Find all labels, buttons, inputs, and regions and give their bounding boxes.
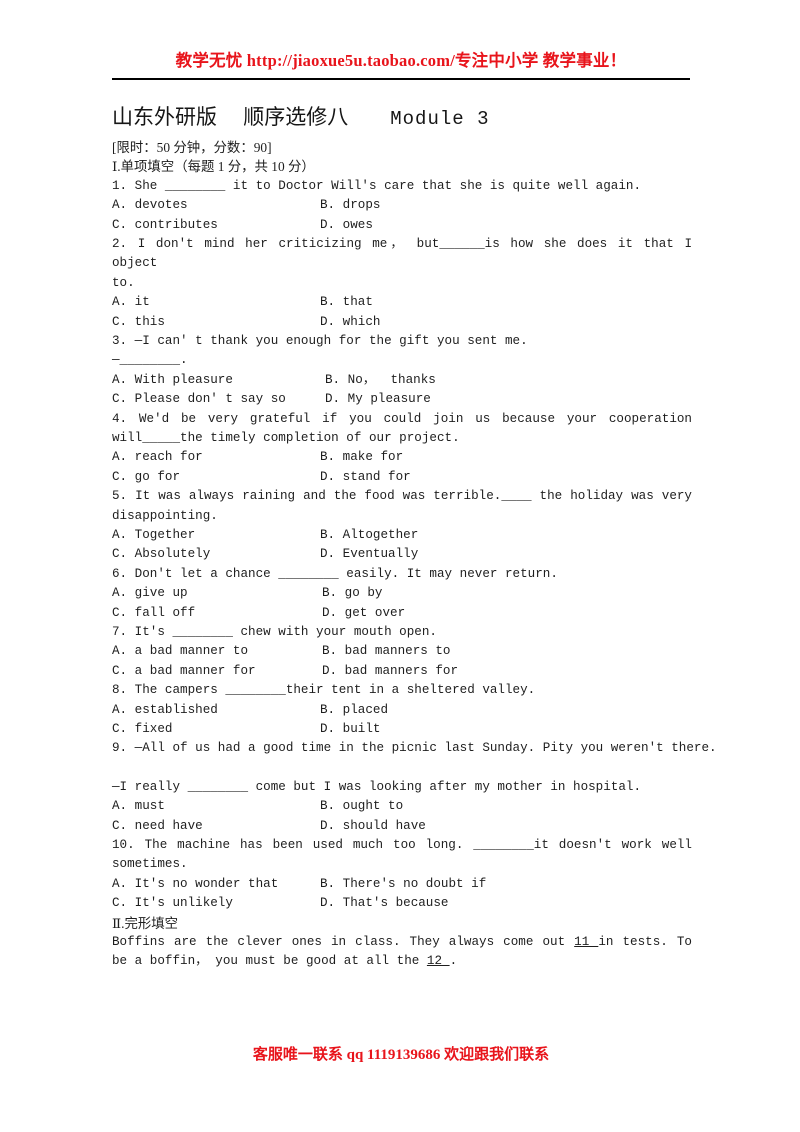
- question-3-stem-line-1: 3. —I can' t thank you enough for the gi…: [112, 334, 528, 348]
- question-8-stem: 8. The campers ________their tent in a s…: [112, 683, 536, 698]
- option-d[interactable]: D. Eventually: [320, 545, 418, 564]
- page-title-module: Module 3: [390, 108, 490, 130]
- document-body: [限时：50 分钟，分数：90] Ⅰ.单项填空（每题 1 分，共 10 分） 1…: [112, 138, 717, 972]
- question-2-options-row-2: C. this D. which: [112, 313, 692, 332]
- option-b[interactable]: B. go by: [322, 584, 382, 603]
- question-5-stem-line-2: disappointing.: [112, 508, 218, 523]
- question-4-options-row-2: C. go for D. stand for: [112, 468, 692, 487]
- question-6-options-row-2: C. fall off D. get over: [112, 604, 692, 623]
- question-9-stem-line-1: 9. —All of us had a good time in the pic…: [112, 741, 717, 756]
- question-4-stem-line-2: will_____the timely completion of our pr…: [112, 431, 460, 445]
- option-c[interactable]: C. contributes: [112, 216, 218, 235]
- cloze-text-d: .: [449, 954, 458, 969]
- option-d[interactable]: D. which: [320, 313, 380, 332]
- question-1-options-row-1: A. devotes B. drops: [112, 196, 692, 215]
- option-a[interactable]: A. give up: [112, 584, 188, 603]
- option-d[interactable]: D. That's because: [320, 894, 448, 913]
- question-6-stem: 6. Don't let a chance ________ easily. I…: [112, 566, 558, 581]
- question-6-options-row-1: A. give up B. go by: [112, 584, 692, 603]
- option-a[interactable]: A. reach for: [112, 448, 203, 467]
- option-a[interactable]: A. established: [112, 701, 218, 720]
- option-d[interactable]: D. owes: [320, 216, 373, 235]
- cloze-blank-11[interactable]: 11: [574, 935, 598, 949]
- option-c[interactable]: C. It's unlikely: [112, 894, 233, 913]
- page-title-prefix: 山东外研版 顺序选修八: [112, 105, 391, 129]
- question-5-stem-line-1: 5. It was always raining and the food wa…: [112, 489, 692, 504]
- top-banner: 教学无忧 http://jiaoxue5u.taobao.com/专注中小学 教…: [112, 50, 690, 72]
- section-one-heading: Ⅰ.单项填空（每题 1 分，共 10 分）: [112, 159, 315, 175]
- question-4-stem-line-1: 4. We'd be very grateful if you could jo…: [112, 411, 692, 426]
- option-c[interactable]: C. fixed: [112, 720, 172, 739]
- question-1-options-row-2: C. contributes D. owes: [112, 216, 692, 235]
- option-b[interactable]: B. Altogether: [320, 526, 418, 545]
- option-d[interactable]: D. My pleasure: [325, 390, 431, 409]
- question-1-stem: 1. She ________ it to Doctor Will's care…: [112, 178, 642, 193]
- option-a[interactable]: A. With pleasure: [112, 371, 233, 390]
- option-a[interactable]: A. a bad manner to: [112, 642, 248, 661]
- question-10-stem-line-1: 10. The machine has been used much too l…: [112, 837, 692, 852]
- question-4-options-row-1: A. reach for B. make for: [112, 448, 692, 467]
- option-c[interactable]: C. go for: [112, 468, 180, 487]
- question-8-options-row-2: C. fixed D. built: [112, 720, 692, 739]
- question-5-options-row-2: C. Absolutely D. Eventually: [112, 545, 692, 564]
- question-7-stem: 7. It's ________ chew with your mouth op…: [112, 624, 437, 639]
- option-b[interactable]: B. placed: [320, 701, 388, 720]
- option-a[interactable]: A. must: [112, 797, 165, 816]
- option-d[interactable]: D. built: [320, 720, 380, 739]
- cloze-text-a: Boffins are the clever ones in class. Th…: [112, 934, 575, 949]
- question-2-stem-line-2: to.: [112, 275, 135, 290]
- option-b[interactable]: B. There's no doubt if: [320, 875, 486, 894]
- option-d[interactable]: D. bad manners for: [322, 662, 458, 681]
- cloze-passage-line-1: Boffins are the clever ones in class. Th…: [112, 933, 692, 952]
- option-c[interactable]: C. this: [112, 313, 165, 332]
- exam-limit-note: [限时：50 分钟，分数：90]: [112, 140, 272, 155]
- option-b[interactable]: B. that: [320, 293, 373, 312]
- document-page: 教学无忧 http://jiaoxue5u.taobao.com/专注中小学 教…: [0, 0, 800, 1132]
- option-c[interactable]: C. Absolutely: [112, 545, 210, 564]
- page-title: 山东外研版 顺序选修八 Module 3: [112, 102, 692, 134]
- question-9-options-row-2: C. need have D. should have: [112, 817, 692, 836]
- question-5-options-row-1: A. Together B. Altogether: [112, 526, 692, 545]
- question-2-stem-line-1: 2. I don't mind her criticizing me， but_…: [112, 237, 692, 271]
- option-b[interactable]: B. drops: [320, 196, 380, 215]
- cloze-text-c: be a boffin， you must be good at all the: [112, 954, 427, 969]
- option-c[interactable]: C. need have: [112, 817, 203, 836]
- option-d[interactable]: D. stand for: [320, 468, 411, 487]
- question-3-options-row-2: C. Please don' t say so D. My pleasure: [112, 390, 692, 409]
- option-c[interactable]: C. a bad manner for: [112, 662, 256, 681]
- option-a[interactable]: A. devotes: [112, 196, 188, 215]
- option-b[interactable]: B. No， thanks: [325, 371, 436, 390]
- option-b[interactable]: B. bad manners to: [322, 642, 450, 661]
- section-two-heading: Ⅱ.完形填空: [112, 915, 179, 931]
- question-2-options-row-1: A. it B. that: [112, 293, 692, 312]
- option-a[interactable]: A. it: [112, 293, 150, 312]
- question-7-options-row-2: C. a bad manner for D. bad manners for: [112, 662, 692, 681]
- option-b[interactable]: B. ought to: [320, 797, 403, 816]
- option-d[interactable]: D. get over: [322, 604, 405, 623]
- question-10-options-row-1: A. It's no wonder that B. There's no dou…: [112, 875, 692, 894]
- banner-text: 教学无忧 http://jiaoxue5u.taobao.com/专注中小学 教…: [175, 51, 627, 70]
- question-3-stem-line-2: —________.: [112, 353, 188, 368]
- banner-divider: [112, 78, 690, 80]
- question-9-options-row-1: A. must B. ought to: [112, 797, 692, 816]
- option-b[interactable]: B. make for: [320, 448, 403, 467]
- footer-text: 客服唯一联系 qq 1119139686 欢迎跟我们联系: [252, 1047, 550, 1063]
- question-8-options-row-1: A. established B. placed: [112, 701, 692, 720]
- cloze-passage-line-2: be a boffin， you must be good at all the…: [112, 952, 692, 971]
- option-a[interactable]: A. Together: [112, 526, 195, 545]
- option-d[interactable]: D. should have: [320, 817, 426, 836]
- cloze-blank-12[interactable]: 12: [427, 954, 450, 968]
- question-7-options-row-1: A. a bad manner to B. bad manners to: [112, 642, 692, 661]
- question-9-stem-line-2: —I really ________ come but I was lookin…: [112, 779, 642, 794]
- option-c[interactable]: C. fall off: [112, 604, 195, 623]
- question-10-stem-line-2: sometimes.: [112, 857, 188, 872]
- question-10-options-row-2: C. It's unlikely D. That's because: [112, 894, 692, 913]
- bottom-banner: 客服唯一联系 qq 1119139686 欢迎跟我们联系: [112, 1045, 690, 1065]
- option-c[interactable]: C. Please don' t say so: [112, 390, 286, 409]
- option-a[interactable]: A. It's no wonder that: [112, 875, 278, 894]
- question-3-options-row-1: A. With pleasure B. No， thanks: [112, 371, 692, 390]
- cloze-text-b: in tests. To: [598, 934, 692, 949]
